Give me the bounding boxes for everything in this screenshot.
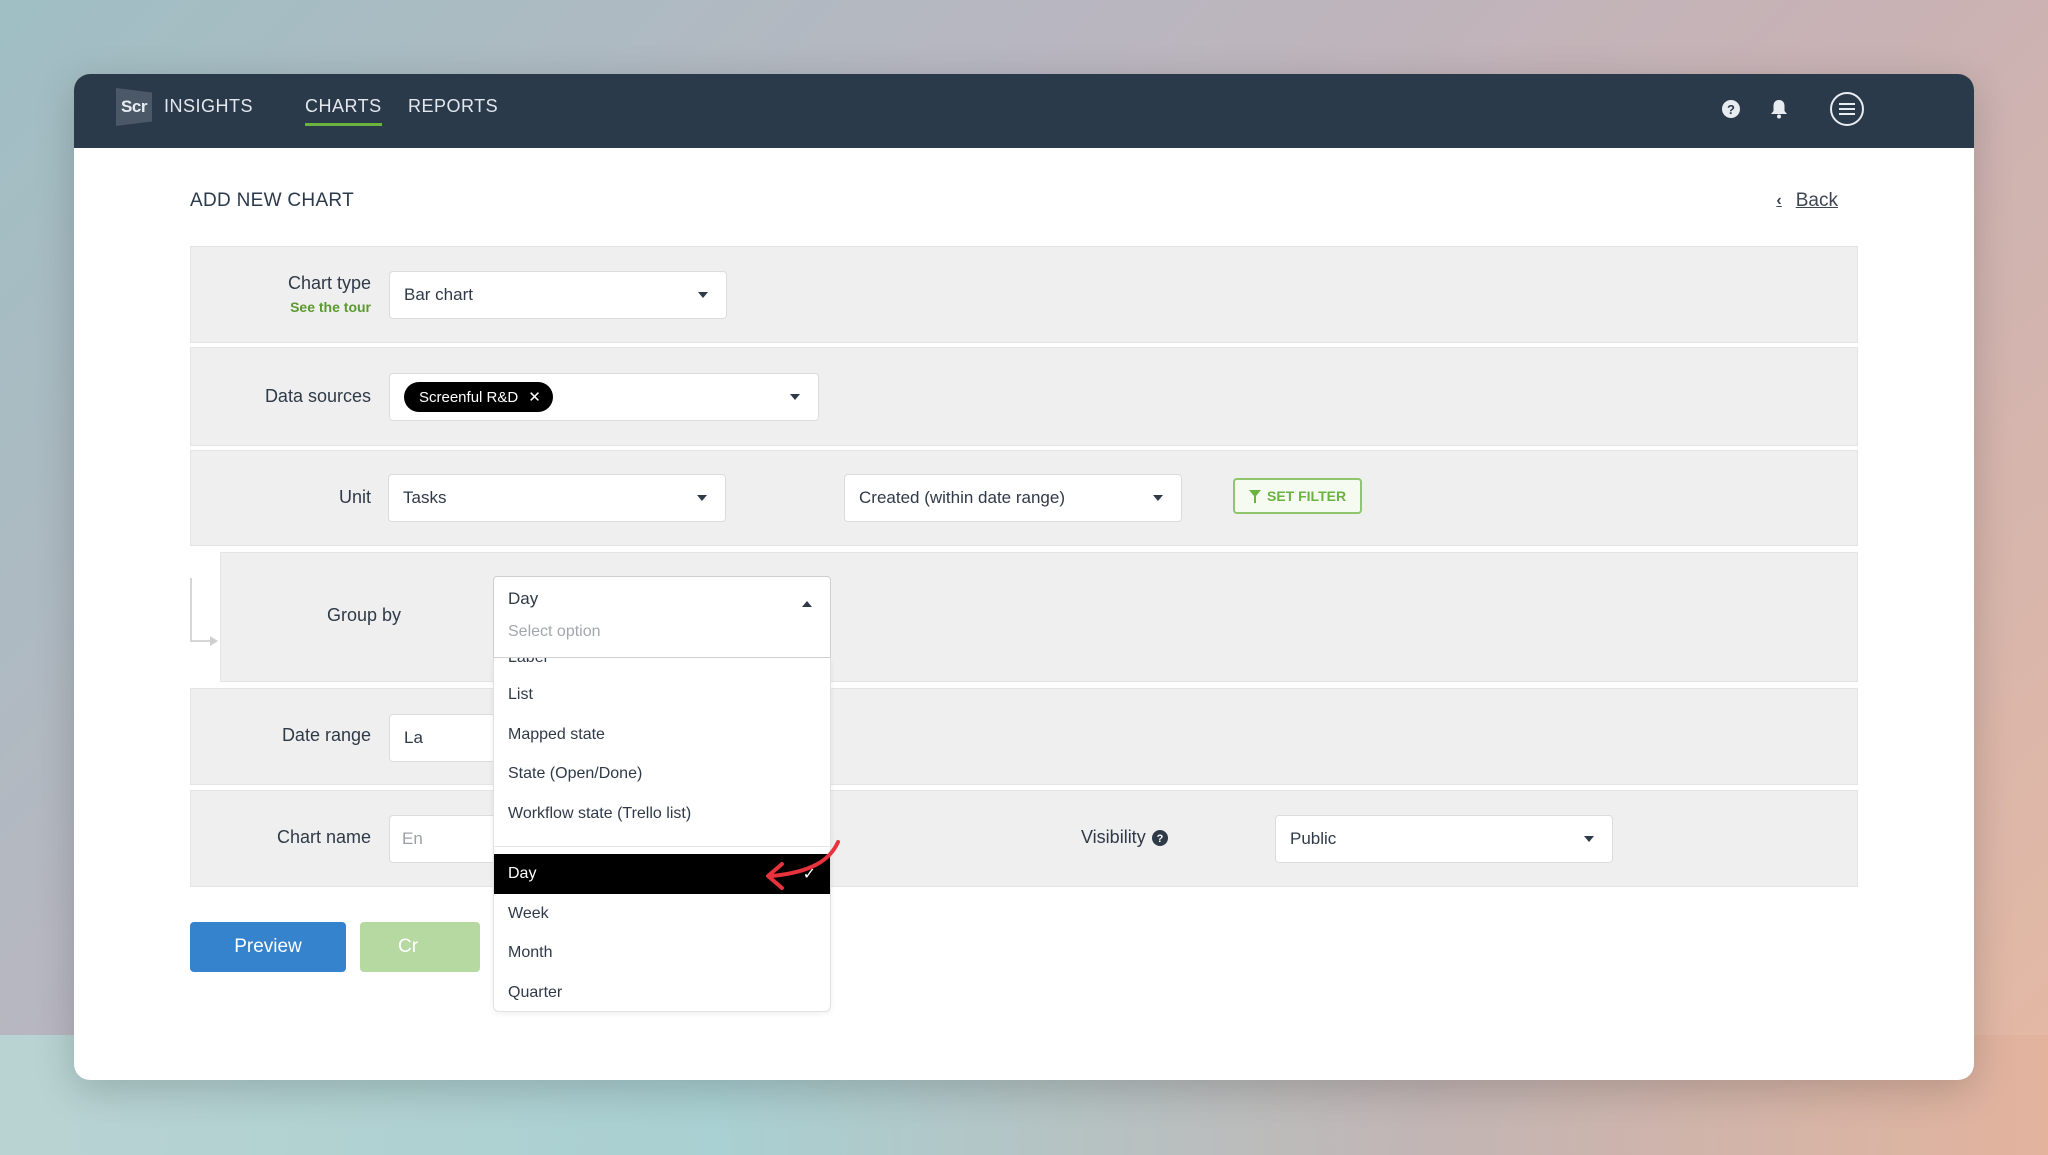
group-by-search-placeholder[interactable]: Select option [508,623,601,641]
option-list[interactable]: List [494,675,830,715]
chart-name-placeholder: En [402,829,423,848]
svg-text:?: ? [1727,102,1735,117]
chart-name-label: Chart name [276,827,371,847]
chart-type-row: Chart type See the tour Bar chart [190,246,1858,343]
bell-icon[interactable] [1768,98,1790,120]
top-navbar: Scr INSIGHTS CHARTS REPORTS ? [74,74,1974,148]
group-by-value: Day [508,589,539,608]
visibility-label-wrap: Visibility ? [1081,827,1168,848]
unit-label: Unit [338,487,371,507]
option-state-open-done[interactable]: State (Open/Done) [494,754,830,794]
data-sources-row: Data sources Screenful R&D ✕ [190,347,1858,446]
unit-row: Unit Tasks Created (within date range) S… [190,450,1858,546]
help-icon[interactable]: ? [1720,98,1742,120]
option-mapped-state[interactable]: Mapped state [494,715,830,755]
chart-type-label: Chart type [287,273,371,293]
data-sources-select[interactable]: Screenful R&D ✕ [389,373,819,421]
date-range-row: Date range La [190,688,1858,785]
chart-name-row: Chart name En Visibility ? Public [190,790,1858,887]
annotation-arrow-icon [766,840,840,890]
date-range-label: Date range [281,725,371,745]
option-quarter[interactable]: Quarter [494,973,830,1011]
nav-charts[interactable]: CHARTS [305,96,382,126]
set-filter-button[interactable]: SET FILTER [1233,478,1363,514]
metric-select[interactable]: Created (within date range) [844,474,1182,522]
date-range-value: La [404,728,423,747]
preview-button[interactable]: Preview [190,922,346,972]
visibility-value: Public [1290,829,1337,848]
chevron-left-icon: ‹ [1776,192,1782,209]
app-window: Scr INSIGHTS CHARTS REPORTS ? ADD NEW CH… [74,74,1974,1080]
create-button[interactable]: Cr [360,922,480,972]
caret-down-icon [697,495,707,501]
tag-label: Screenful R&D [419,388,519,406]
app-logo[interactable]: Scr [116,88,152,126]
metric-value: Created (within date range) [859,488,1066,507]
caret-down-icon [790,394,800,400]
back-label: Back [1795,190,1838,211]
svg-text:?: ? [1156,833,1163,845]
set-filter-label: SET FILTER [1267,488,1347,504]
option-label[interactable]: Label [494,658,830,672]
remove-tag-icon[interactable]: ✕ [528,388,541,406]
data-source-tag: Screenful R&D ✕ [404,382,553,412]
caret-down-icon [698,292,708,298]
filter-icon [1249,489,1261,503]
data-sources-label: Data sources [264,386,371,406]
unit-value: Tasks [403,488,447,507]
visibility-label: Visibility [1081,827,1146,847]
chart-type-select[interactable]: Bar chart [389,271,727,319]
option-month[interactable]: Month [494,933,830,973]
help-icon[interactable]: ? [1151,829,1168,846]
group-by-label: Group by [326,605,401,625]
hamburger-menu-icon[interactable] [1830,92,1864,126]
connector-arrow-icon [210,636,218,646]
caret-up-icon [802,601,812,607]
nav-insights[interactable]: INSIGHTS [164,96,253,123]
group-by-select[interactable]: Day Select option [493,576,831,658]
group-by-row: Group by [220,552,1858,682]
caret-down-icon [1153,495,1163,501]
option-day-label: Day [508,865,537,882]
group-by-options-list[interactable]: Label List Mapped state State (Open/Done… [493,658,831,1012]
back-link[interactable]: ‹ Back [1776,190,1838,212]
option-week[interactable]: Week [494,894,830,934]
visibility-select[interactable]: Public [1275,815,1613,863]
caret-down-icon [1584,836,1594,842]
see-tour-link[interactable]: See the tour [191,299,371,315]
option-workflow-state[interactable]: Workflow state (Trello list) [494,794,830,834]
nav-reports[interactable]: REPORTS [408,96,498,123]
chart-type-value: Bar chart [404,285,473,304]
unit-select[interactable]: Tasks [388,474,726,522]
group-connector-line [190,578,214,642]
page-title: ADD NEW CHART [190,190,354,211]
